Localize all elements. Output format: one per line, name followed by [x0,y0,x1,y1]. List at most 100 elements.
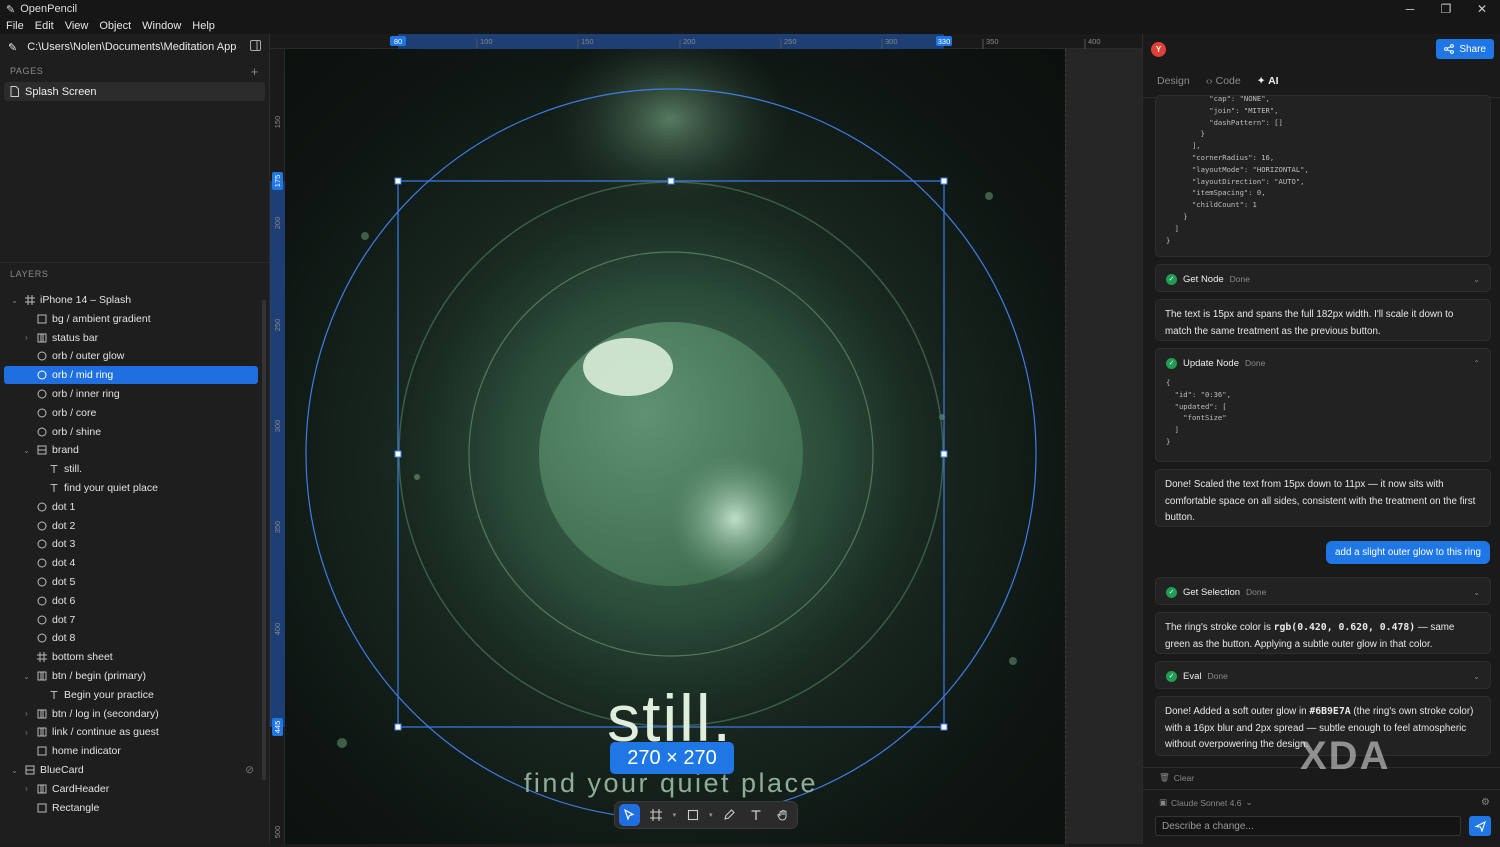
sparkle-icon: ✦ [1256,74,1266,87]
layer-row[interactable]: dot 4 [4,554,258,572]
ruler-label: 350 [273,521,282,534]
layer-row[interactable]: orb / mid ring [4,366,258,385]
chevron-down-icon[interactable]: ⌄ [1473,275,1480,284]
settings-icon[interactable]: ⚙ [1481,797,1490,808]
chevron-down-icon[interactable]: ⌄ [10,766,19,775]
chevron-up-icon[interactable]: ⌃ [1473,359,1480,368]
tool-call-get-selection[interactable]: ✓ Get Selection Done ⌄ [1155,577,1491,605]
floating-toolbar: ▾ ▾ [614,801,798,829]
clear-button[interactable]: 🗑 Clear [1159,772,1194,783]
layer-row[interactable]: dot 2 [4,517,258,535]
layer-row[interactable]: orb / core [4,404,258,422]
chevron-down-icon[interactable]: ⌄ [10,296,19,305]
maximize-button[interactable]: ❐ [1428,0,1464,18]
layer-row[interactable]: › link / continue as guest [4,723,258,741]
pen-icon [724,809,735,820]
text-icon [48,689,59,700]
text-tool-button[interactable] [745,804,766,826]
tab-code[interactable]: ‹› Code [1206,75,1241,87]
layer-row[interactable]: dot 7 [4,611,258,629]
canvas[interactable]: still. find your quiet place [285,49,1142,844]
prompt-input[interactable]: Describe a change... [1155,816,1461,836]
layer-row[interactable]: ⌄ iPhone 14 – Splash [4,291,258,309]
layer-row[interactable]: dot 8 [4,629,258,647]
size-badge: 270 × 270 [610,742,734,774]
layer-label: link / continue as guest [52,726,159,739]
layer-row[interactable]: ⌄ brand [4,441,258,459]
menu-view[interactable]: View [65,20,89,32]
layer-row[interactable]: dot 5 [4,573,258,591]
layer-row[interactable]: ⌄ BlueCard ⊘ [4,761,258,779]
layer-row[interactable]: bg / ambient gradient [4,310,258,328]
menu-file[interactable]: File [6,20,24,32]
layer-row[interactable]: orb / inner ring [4,385,258,403]
page-item-splash[interactable]: Splash Screen [4,82,265,101]
layer-row[interactable]: bottom sheet [4,648,258,666]
frame-icon [36,652,47,663]
select-tool-button[interactable] [619,804,640,826]
tab-design[interactable]: Design [1157,75,1190,87]
layer-row[interactable]: Begin your practice [4,686,258,704]
dot-shape[interactable] [361,232,369,240]
send-button[interactable] [1469,816,1491,836]
layer-row[interactable]: dot 6 [4,592,258,610]
avatar[interactable]: Y [1151,41,1166,57]
chevron-right-icon[interactable]: › [22,333,31,342]
layer-row[interactable]: › status bar [4,329,258,347]
dot-shape[interactable] [337,738,347,748]
layer-row[interactable]: home indicator [4,742,258,760]
pen-tool-button[interactable] [719,804,740,826]
layer-row[interactable]: still. [4,460,258,478]
file-bar: ✎ C:\Users\Nolen\Documents\Meditation Ap… [0,34,269,60]
layer-row[interactable]: find your quiet place [4,479,258,497]
layer-row[interactable]: dot 3 [4,535,258,553]
layer-row[interactable]: ⌄ btn / begin (primary) [4,667,258,685]
hand-tool-button[interactable] [772,804,793,826]
layer-row[interactable]: dot 1 [4,498,258,516]
dot-shape[interactable] [985,192,993,200]
layer-label: orb / inner ring [52,388,120,400]
tool-call-update-node[interactable]: ✓ Update Node Done ⌃ { "id": "0:36", "up… [1155,348,1491,462]
tool-call-eval[interactable]: ✓ Eval Done ⌄ [1155,661,1491,689]
close-button[interactable]: ✕ [1464,0,1500,18]
layer-row[interactable]: › CardHeader [4,780,258,798]
share-button[interactable]: Share [1436,39,1494,59]
dot-shape[interactable] [414,474,420,480]
chevron-right-icon[interactable]: › [22,784,31,793]
chevron-down-icon[interactable]: ▾ [673,811,677,819]
add-page-button[interactable]: + [251,64,259,79]
chevron-down-icon[interactable]: ⌄ [1473,672,1480,681]
chevron-down-icon[interactable]: ▾ [709,811,713,819]
layer-row[interactable]: orb / shine [4,423,258,441]
menu-edit[interactable]: Edit [35,20,54,32]
sidebar-toggle-icon[interactable] [250,40,261,54]
chevron-down-icon[interactable]: ⌄ [22,672,31,681]
chevron-down-icon[interactable]: ⌄ [22,446,31,455]
chevron-right-icon[interactable]: › [22,728,31,737]
menu-object[interactable]: Object [99,20,131,32]
chevron-right-icon[interactable]: › [22,709,31,718]
minimize-button[interactable]: ─ [1392,0,1428,18]
dot-shape[interactable] [1009,657,1017,665]
menu-help[interactable]: Help [192,20,215,32]
assistant-message: The ring's stroke color is rgb(0.420, 0.… [1155,612,1491,654]
menu-window[interactable]: Window [142,20,181,32]
frame-tool-button[interactable] [646,804,667,826]
layer-row[interactable]: orb / outer glow [4,347,258,365]
layers-scrollbar[interactable] [262,300,266,780]
file-path[interactable]: C:\Users\Nolen\Documents\Meditation App … [27,41,240,53]
model-selector[interactable]: ▣ Claude Sonnet 4.6 ⌄ [1159,797,1253,808]
eye-off-icon[interactable]: ⊘ [245,764,254,776]
layer-row[interactable]: › btn / log in (secondary) [4,705,258,723]
pencil-icon: ✎ [6,3,16,16]
select-icon [624,809,635,821]
layer-row[interactable]: Rectangle [4,799,258,817]
ruler-label: 400 [273,623,282,636]
layer-label: status bar [52,331,99,344]
tab-ai[interactable]: ✦ AI [1257,75,1279,87]
chevron-down-icon[interactable]: ⌄ [1473,588,1480,597]
shape-tool-button[interactable] [682,804,703,826]
shine-shape[interactable] [583,338,673,396]
layer-label: dot 3 [52,538,76,551]
tool-call-get-node[interactable]: ✓ Get Node Done ⌄ [1155,264,1491,292]
